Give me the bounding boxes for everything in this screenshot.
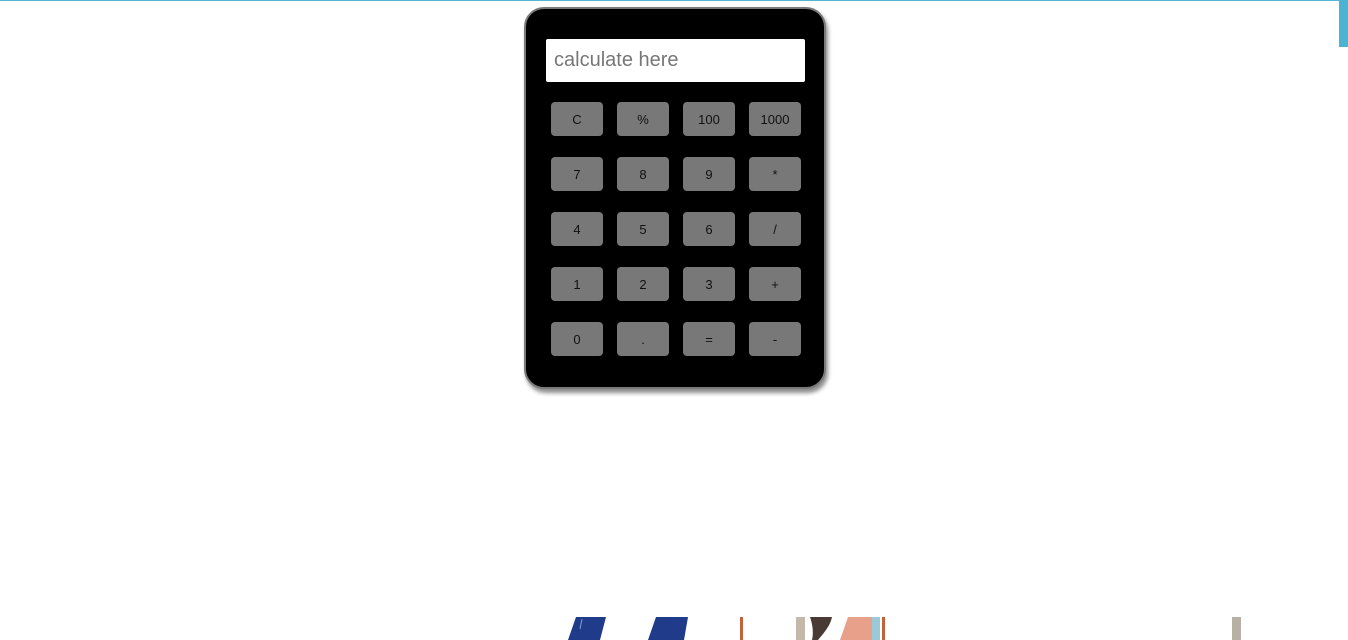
- key-equals-button[interactable]: =: [683, 322, 735, 356]
- key-4-button[interactable]: 4: [551, 212, 603, 246]
- key-divide-button[interactable]: /: [749, 212, 801, 246]
- key-decimal-button[interactable]: .: [617, 322, 669, 356]
- key-percent-button[interactable]: %: [617, 102, 669, 136]
- key-0-button[interactable]: 0: [551, 322, 603, 356]
- key-8-button[interactable]: 8: [617, 157, 669, 191]
- top-accent-line: [0, 0, 1348, 1]
- key-9-button[interactable]: 9: [683, 157, 735, 191]
- scrollbar-thumb[interactable]: [1339, 0, 1348, 47]
- calculator: C % 100 1000 7 8 9 * 4 5 6 / 1 2 3 + 0 .…: [524, 7, 826, 389]
- key-1-button[interactable]: 1: [551, 267, 603, 301]
- key-subtract-button[interactable]: -: [749, 322, 801, 356]
- key-7-button[interactable]: 7: [551, 157, 603, 191]
- key-multiply-button[interactable]: *: [749, 157, 801, 191]
- key-add-button[interactable]: +: [749, 267, 801, 301]
- key-clear-button[interactable]: C: [551, 102, 603, 136]
- key-1000-button[interactable]: 1000: [749, 102, 801, 136]
- key-100-button[interactable]: 100: [683, 102, 735, 136]
- calculator-keypad: C % 100 1000 7 8 9 * 4 5 6 / 1 2 3 + 0 .…: [551, 102, 801, 356]
- key-3-button[interactable]: 3: [683, 267, 735, 301]
- key-2-button[interactable]: 2: [617, 267, 669, 301]
- key-6-button[interactable]: 6: [683, 212, 735, 246]
- illustration-fragment-image: [568, 617, 1241, 640]
- key-5-button[interactable]: 5: [617, 212, 669, 246]
- calculator-display-input[interactable]: [546, 39, 805, 82]
